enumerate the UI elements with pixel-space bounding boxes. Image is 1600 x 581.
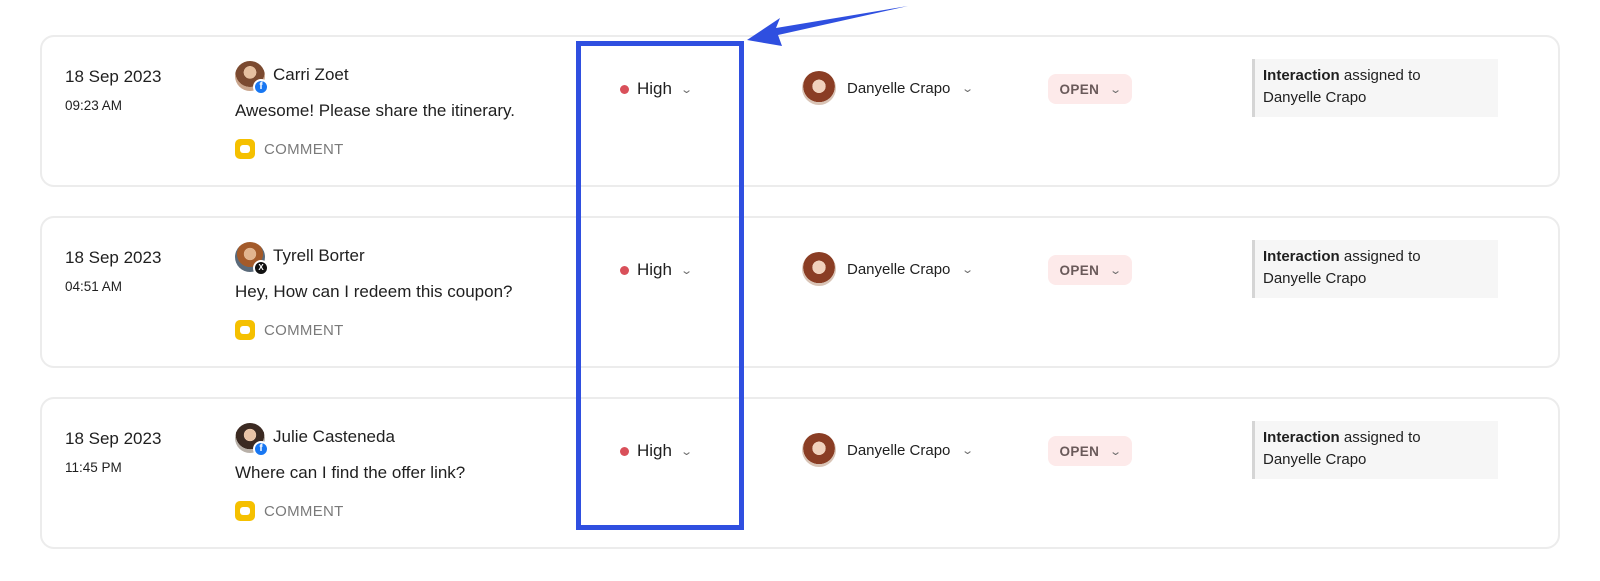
assignee-name: Danyelle Crapo	[847, 441, 951, 459]
interaction-type-label: COMMENT	[264, 141, 344, 158]
chevron-down-icon: ⌄	[680, 83, 694, 96]
chevron-down-icon: ⌄	[680, 445, 694, 458]
message-text: Awesome! Please share the itinerary.	[235, 101, 516, 120]
status-badge: OPEN	[1059, 81, 1100, 97]
message-text: Where can I find the offer link?	[235, 463, 466, 482]
message-text: Hey, How can I redeem this coupon?	[235, 282, 513, 301]
status-badge: OPEN	[1059, 262, 1100, 278]
status-badge: OPEN	[1059, 443, 1100, 459]
interaction-date: 18 Sep 2023	[65, 429, 162, 448]
activity-text: assigned to	[1343, 67, 1421, 84]
interaction-time: 04:51 AM	[65, 279, 123, 294]
priority-label: High	[637, 260, 672, 279]
chevron-down-icon: ⌄	[961, 82, 975, 95]
priority-dropdown[interactable]: High ⌄	[620, 441, 694, 461]
chevron-down-icon: ⌄	[1109, 83, 1123, 96]
status-dropdown[interactable]: OPEN ⌄	[1048, 255, 1132, 285]
customer-avatar: f	[235, 423, 269, 457]
customer-name[interactable]: Julie Casteneda	[273, 427, 395, 447]
assignee-name: Danyelle Crapo	[847, 79, 951, 97]
interaction-date: 18 Sep 2023	[65, 248, 162, 267]
assignee-avatar	[802, 71, 836, 105]
activity-bold-text: Interaction	[1263, 248, 1340, 265]
status-dropdown[interactable]: OPEN ⌄	[1048, 74, 1132, 104]
x-icon: X	[253, 260, 269, 276]
interaction-time: 11:45 PM	[65, 460, 122, 475]
interaction-time: 09:23 AM	[65, 98, 123, 113]
activity-bold-text: Interaction	[1263, 67, 1340, 84]
annotation-arrow-icon	[747, 6, 908, 46]
activity-text: assigned to	[1343, 248, 1421, 265]
comment-icon	[235, 320, 255, 340]
comment-icon	[235, 139, 255, 159]
activity-log: Interaction assigned to Danyelle Crapo	[1252, 59, 1498, 117]
priority-dropdown[interactable]: High ⌄	[620, 79, 694, 99]
priority-label: High	[637, 441, 672, 460]
interaction-card[interactable]: 18 Sep 2023 04:51 AM X Tyrell Borter Hey…	[40, 216, 1560, 368]
chevron-down-icon: ⌄	[961, 263, 975, 276]
chevron-down-icon: ⌄	[680, 264, 694, 277]
facebook-icon: f	[253, 441, 269, 457]
status-dropdown[interactable]: OPEN ⌄	[1048, 436, 1132, 466]
interaction-card[interactable]: 18 Sep 2023 09:23 AM f Carri Zoet Awesom…	[40, 35, 1560, 187]
priority-dot-icon	[620, 265, 629, 275]
priority-dot-icon	[620, 84, 629, 94]
priority-label: High	[637, 79, 672, 98]
activity-log: Interaction assigned to Danyelle Crapo	[1252, 240, 1498, 298]
customer-name[interactable]: Tyrell Borter	[273, 246, 365, 266]
activity-bold-text: Interaction	[1263, 429, 1340, 446]
facebook-icon: f	[253, 79, 269, 95]
interaction-card[interactable]: 18 Sep 2023 11:45 PM f Julie Casteneda W…	[40, 397, 1560, 549]
assignee-dropdown[interactable]: Danyelle Crapo ⌄	[802, 71, 975, 105]
chevron-down-icon: ⌄	[1109, 264, 1123, 277]
assignee-avatar	[802, 252, 836, 286]
priority-dot-icon	[620, 446, 629, 456]
assignee-avatar	[802, 433, 836, 467]
customer-avatar: f	[235, 61, 269, 95]
activity-log: Interaction assigned to Danyelle Crapo	[1252, 421, 1498, 479]
interaction-type-label: COMMENT	[264, 322, 344, 339]
interaction-type-label: COMMENT	[264, 503, 344, 520]
interaction-date: 18 Sep 2023	[65, 67, 162, 86]
priority-dropdown[interactable]: High ⌄	[620, 260, 694, 280]
activity-assignee: Danyelle Crapo	[1263, 451, 1367, 468]
chevron-down-icon: ⌄	[1109, 445, 1123, 458]
activity-text: assigned to	[1343, 429, 1421, 446]
activity-assignee: Danyelle Crapo	[1263, 270, 1367, 287]
customer-name[interactable]: Carri Zoet	[273, 65, 349, 85]
assignee-dropdown[interactable]: Danyelle Crapo ⌄	[802, 433, 975, 467]
customer-avatar: X	[235, 242, 269, 276]
activity-assignee: Danyelle Crapo	[1263, 89, 1367, 106]
assignee-name: Danyelle Crapo	[847, 260, 951, 278]
chevron-down-icon: ⌄	[961, 444, 975, 457]
assignee-dropdown[interactable]: Danyelle Crapo ⌄	[802, 252, 975, 286]
comment-icon	[235, 501, 255, 521]
